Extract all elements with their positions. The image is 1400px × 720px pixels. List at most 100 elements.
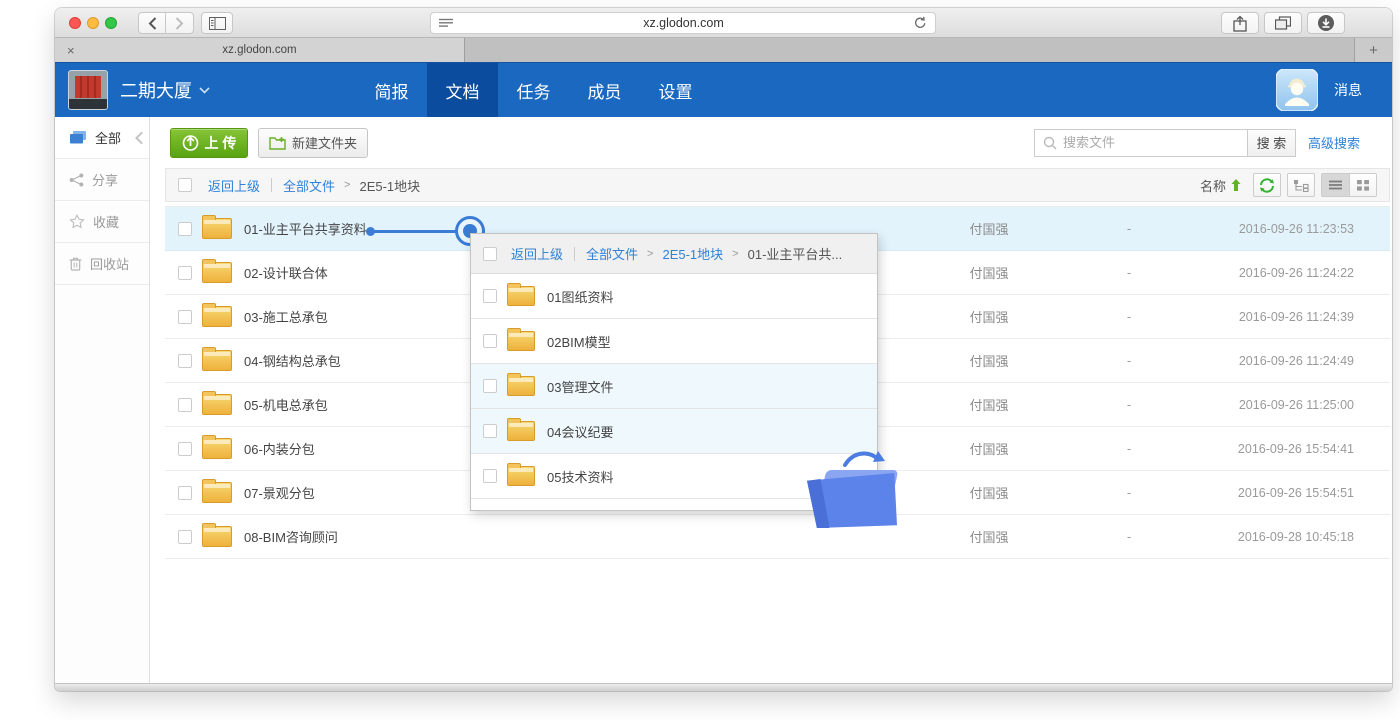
popup-folder-name[interactable]: 03管理文件 bbox=[547, 377, 613, 396]
popup-row-checkbox[interactable] bbox=[483, 289, 497, 303]
breadcrumb-bar: 返回上级 全部文件 > 2E5-1地块 名称 bbox=[165, 168, 1390, 202]
sort-ascending-icon[interactable] bbox=[1231, 179, 1241, 191]
popup-folder-name[interactable]: 02BIM模型 bbox=[547, 332, 611, 351]
list-view-button[interactable] bbox=[1321, 173, 1349, 197]
nav-tab-tasks[interactable]: 任务 bbox=[498, 63, 569, 117]
browser-back-button[interactable] bbox=[138, 12, 166, 34]
tab-bar: × xz.glodon.com + bbox=[55, 38, 1392, 62]
chevron-left-icon bbox=[148, 17, 157, 30]
row-checkbox[interactable] bbox=[178, 486, 192, 500]
popup-folder-row[interactable]: 03管理文件 bbox=[471, 364, 877, 409]
folder-icon bbox=[507, 466, 535, 486]
project-thumbnail[interactable] bbox=[68, 70, 108, 110]
browser-toolbar: xz.glodon.com bbox=[55, 8, 1392, 38]
popup-row-checkbox[interactable] bbox=[483, 334, 497, 348]
sidebar-item-all[interactable]: 全部 bbox=[55, 117, 149, 159]
file-size: - bbox=[1064, 265, 1194, 280]
sidebar: 全部 分享 收藏 回收站 bbox=[55, 117, 150, 683]
popup-folder-name[interactable]: 04会议纪要 bbox=[547, 422, 613, 441]
file-owner: 付国强 bbox=[914, 219, 1064, 238]
file-date: 2016-09-28 10:45:18 bbox=[1194, 530, 1354, 544]
tree-view-button[interactable] bbox=[1287, 173, 1315, 197]
minimize-window-button[interactable] bbox=[87, 17, 99, 29]
nav-tab-members[interactable]: 成员 bbox=[569, 63, 640, 117]
row-checkbox[interactable] bbox=[178, 530, 192, 544]
trash-icon bbox=[69, 257, 82, 271]
sidebar-item-shared[interactable]: 分享 bbox=[55, 159, 149, 201]
history-nav bbox=[138, 12, 194, 34]
nav-tab-settings[interactable]: 设置 bbox=[640, 63, 711, 117]
folder-icon bbox=[202, 482, 232, 503]
sort-by-name-label[interactable]: 名称 bbox=[1200, 176, 1226, 195]
popup-go-up-link[interactable]: 返回上级 bbox=[511, 244, 563, 263]
building-image bbox=[75, 76, 101, 98]
sidebar-item-recycle-bin[interactable]: 回收站 bbox=[55, 243, 149, 285]
tabs-icon bbox=[1275, 16, 1291, 30]
new-folder-button[interactable]: 新建文件夹 bbox=[258, 128, 368, 158]
popup-select-all-checkbox[interactable] bbox=[483, 247, 497, 261]
downloads-button[interactable] bbox=[1307, 12, 1345, 34]
popup-breadcrumb-root[interactable]: 全部文件 bbox=[586, 244, 638, 263]
file-date: 2016-09-26 11:25:00 bbox=[1194, 398, 1354, 412]
close-tab-icon[interactable]: × bbox=[67, 43, 75, 58]
search-box bbox=[1034, 129, 1248, 157]
file-date: 2016-09-26 11:23:53 bbox=[1194, 222, 1354, 236]
user-avatar[interactable] bbox=[1276, 69, 1318, 111]
refresh-page-icon[interactable] bbox=[914, 16, 927, 30]
refresh-list-button[interactable] bbox=[1253, 173, 1281, 197]
browser-forward-button[interactable] bbox=[166, 12, 194, 34]
breadcrumb-current: 2E5-1地块 bbox=[359, 176, 420, 195]
row-checkbox[interactable] bbox=[178, 222, 192, 236]
search-input[interactable] bbox=[1063, 135, 1239, 150]
project-name: 二期大厦 bbox=[120, 77, 192, 103]
browser-sidebar-button[interactable] bbox=[201, 12, 233, 34]
folder-icon bbox=[507, 376, 535, 396]
window-bottom-edge bbox=[55, 683, 1392, 691]
messages-link[interactable]: 消息 bbox=[1334, 80, 1362, 100]
row-checkbox[interactable] bbox=[178, 310, 192, 324]
share-nodes-icon bbox=[69, 173, 84, 187]
row-checkbox[interactable] bbox=[178, 266, 192, 280]
grid-view-button[interactable] bbox=[1349, 173, 1377, 197]
address-bar[interactable]: xz.glodon.com bbox=[430, 12, 936, 34]
list-controls: 名称 bbox=[1200, 173, 1377, 197]
advanced-search-link[interactable]: 高级搜索 bbox=[1308, 133, 1360, 152]
search-button[interactable]: 搜 索 bbox=[1248, 129, 1296, 157]
popup-row-checkbox[interactable] bbox=[483, 379, 497, 393]
popup-folder-name[interactable]: 05技术资料 bbox=[547, 467, 613, 486]
browser-tab[interactable]: × xz.glodon.com bbox=[55, 38, 465, 62]
popup-folder-row[interactable]: 01图纸资料 bbox=[471, 274, 877, 319]
share-page-button[interactable] bbox=[1221, 12, 1259, 34]
file-row[interactable]: 08-BIM咨询顾问 付国强 - 2016-09-28 10:45:18 bbox=[165, 515, 1390, 559]
project-selector[interactable]: 二期大厦 bbox=[120, 63, 210, 117]
tab-overview-button[interactable] bbox=[1264, 12, 1302, 34]
file-size: - bbox=[1064, 309, 1194, 324]
popup-row-checkbox[interactable] bbox=[483, 424, 497, 438]
file-owner: 付国强 bbox=[914, 483, 1064, 502]
zoom-window-button[interactable] bbox=[105, 17, 117, 29]
new-tab-button[interactable]: + bbox=[1354, 38, 1392, 62]
star-icon bbox=[69, 214, 85, 229]
popup-row-checkbox[interactable] bbox=[483, 469, 497, 483]
row-checkbox[interactable] bbox=[178, 398, 192, 412]
nav-tab-documents[interactable]: 文档 bbox=[427, 63, 498, 117]
select-all-checkbox[interactable] bbox=[178, 178, 192, 192]
go-up-link[interactable]: 返回上级 bbox=[208, 176, 260, 195]
breadcrumb-root[interactable]: 全部文件 bbox=[283, 176, 335, 195]
popup-folder-name[interactable]: 01图纸资料 bbox=[547, 287, 613, 306]
nav-tab-briefing[interactable]: 简报 bbox=[356, 63, 427, 117]
file-owner: 付国强 bbox=[914, 527, 1064, 546]
close-window-button[interactable] bbox=[69, 17, 81, 29]
upload-button[interactable]: 上 传 bbox=[170, 128, 248, 158]
popup-folder-row[interactable]: 02BIM模型 bbox=[471, 319, 877, 364]
row-checkbox[interactable] bbox=[178, 442, 192, 456]
folder-icon bbox=[202, 262, 232, 283]
popup-breadcrumb-mid[interactable]: 2E5-1地块 bbox=[662, 244, 723, 263]
file-date: 2016-09-26 11:24:49 bbox=[1194, 354, 1354, 368]
action-bar: 上 传 新建文件夹 搜 索 高级搜索 bbox=[150, 117, 1392, 168]
file-owner: 付国强 bbox=[914, 263, 1064, 282]
view-mode-switch bbox=[1321, 173, 1377, 197]
row-checkbox[interactable] bbox=[178, 354, 192, 368]
download-icon bbox=[1318, 15, 1334, 31]
sidebar-item-favorites[interactable]: 收藏 bbox=[55, 201, 149, 243]
